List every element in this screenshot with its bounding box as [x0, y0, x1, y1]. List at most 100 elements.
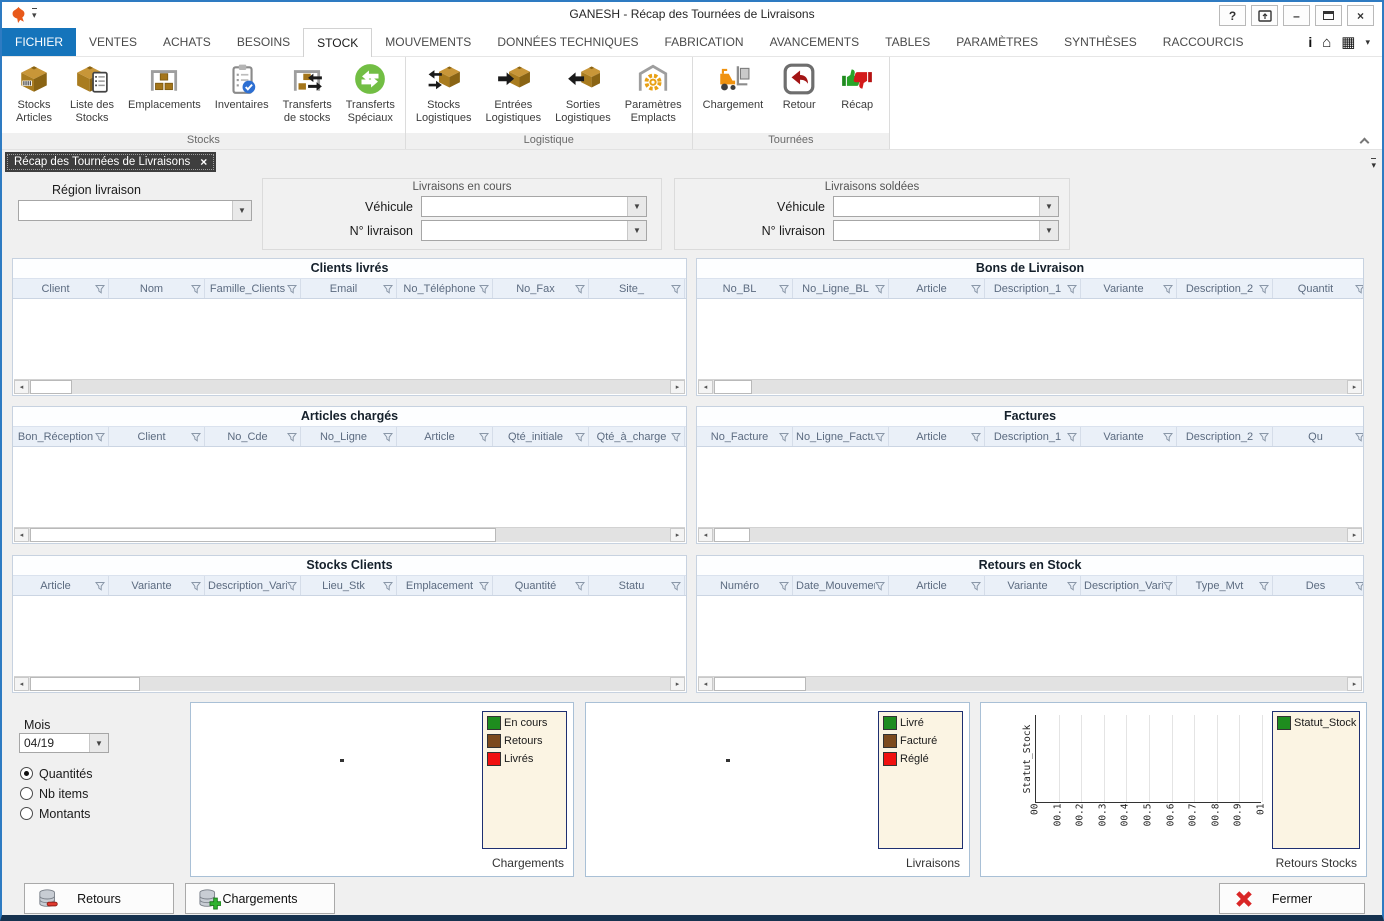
grid-column-header-famille-clients[interactable]: Famille_Clients — [205, 279, 301, 298]
doc-tab-recap-tournees[interactable]: Récap des Tournées de Livraisons × — [5, 152, 216, 172]
grid-column-header-statu[interactable]: Statu — [589, 576, 685, 595]
grid-column-header-des[interactable]: Des — [1273, 576, 1363, 595]
filter-funnel-icon[interactable] — [287, 432, 297, 442]
menu-tab-donnees-techniques[interactable]: DONNÉES TECHNIQUES — [484, 28, 651, 56]
scroll-thumb[interactable] — [30, 380, 72, 394]
grid-column-header-client[interactable]: Client — [109, 427, 205, 446]
filter-funnel-icon[interactable] — [191, 581, 201, 591]
dropdown-icon[interactable]: ▾ — [1365, 37, 1370, 48]
grid-column-header-date-mouvement[interactable]: Date_Mouvement — [793, 576, 889, 595]
grid-column-header-site[interactable]: Site_ — [589, 279, 685, 298]
filter-funnel-icon[interactable] — [779, 284, 789, 294]
filter-funnel-icon[interactable] — [1355, 581, 1363, 591]
menu-tab-avancements[interactable]: AVANCEMENTS — [757, 28, 873, 56]
ribbon-button-stocks-logistiques[interactable]: StocksLogistiques — [409, 57, 479, 125]
grid-column-header-description-2[interactable]: Description_2 — [1177, 279, 1273, 298]
grid-hscrollbar[interactable]: ◂▸ — [14, 527, 685, 542]
ribbon-button-transferts-speciaux[interactable]: TransfertsSpéciaux — [339, 57, 402, 125]
filter-funnel-icon[interactable] — [971, 432, 981, 442]
menu-tab-ventes[interactable]: VENTES — [76, 28, 150, 56]
ribbon-button-recap[interactable]: Récap — [828, 57, 886, 112]
filter-funnel-icon[interactable] — [671, 284, 681, 294]
filter-funnel-icon[interactable] — [971, 581, 981, 591]
filter-funnel-icon[interactable] — [383, 284, 393, 294]
grid-column-header-no-fax[interactable]: No_Fax — [493, 279, 589, 298]
grid-column-header-variante[interactable]: Variante — [985, 576, 1081, 595]
menu-tab-fichier[interactable]: FICHIER — [2, 28, 76, 56]
grid-column-header-no-cde[interactable]: No_Cde — [205, 427, 301, 446]
combo-livraisons-en-cours-vehicule[interactable]: ▼ — [421, 196, 647, 217]
filter-funnel-icon[interactable] — [575, 581, 585, 591]
grid-column-header-client[interactable]: Client — [13, 279, 109, 298]
chevron-down-icon[interactable]: ▼ — [1039, 221, 1058, 240]
retours-button[interactable]: Retours — [24, 883, 174, 914]
grid-column-header-qu[interactable]: Qu — [1273, 427, 1363, 446]
grid-column-header-description-2[interactable]: Description_2 — [1177, 427, 1273, 446]
radio-circle-icon[interactable] — [20, 807, 33, 820]
grid-column-header-no-bl[interactable]: No_BL — [697, 279, 793, 298]
grid-body[interactable] — [14, 300, 685, 379]
filter-funnel-icon[interactable] — [1163, 284, 1173, 294]
filter-funnel-icon[interactable] — [383, 581, 393, 591]
ribbon-button-parametres-emplacts[interactable]: ParamètresEmplacts — [618, 57, 689, 125]
maximize-button[interactable] — [1315, 5, 1342, 26]
grid-column-header-bon-reception[interactable]: Bon_Réception — [13, 427, 109, 446]
table-icon[interactable]: ▦ — [1341, 33, 1355, 51]
doc-tab-close-icon[interactable]: × — [200, 157, 207, 167]
ribbon-button-stocks-articles[interactable]: StocksArticles — [5, 57, 63, 125]
scroll-right-arrow-icon[interactable]: ▸ — [670, 380, 685, 394]
tab-strip-dropdown-icon[interactable]: ▾ — [1371, 158, 1376, 171]
scroll-thumb[interactable] — [30, 677, 140, 691]
scroll-thumb[interactable] — [714, 677, 806, 691]
grid-column-header-no-ligne-facture[interactable]: No_Ligne_Facture — [793, 427, 889, 446]
filter-funnel-icon[interactable] — [191, 284, 201, 294]
filter-funnel-icon[interactable] — [95, 284, 105, 294]
scroll-left-arrow-icon[interactable]: ◂ — [14, 380, 29, 394]
ribbon-collapse-chevron-icon[interactable] — [1358, 137, 1370, 147]
grid-body[interactable] — [698, 597, 1362, 676]
scroll-thumb[interactable] — [714, 380, 752, 394]
combo-livraisons-soldees-n-livraison[interactable]: ▼ — [833, 220, 1059, 241]
fermer-button[interactable]: Fermer — [1219, 883, 1365, 914]
menu-tab-syntheses[interactable]: SYNTHÈSES — [1051, 28, 1150, 56]
filter-funnel-icon[interactable] — [575, 432, 585, 442]
filter-funnel-icon[interactable] — [479, 284, 489, 294]
chevron-down-icon[interactable]: ▼ — [1039, 197, 1058, 216]
filter-funnel-icon[interactable] — [671, 581, 681, 591]
home-icon[interactable]: ⌂ — [1322, 34, 1331, 51]
scroll-right-arrow-icon[interactable]: ▸ — [670, 528, 685, 542]
region-livraison-combo[interactable]: ▼ — [18, 200, 252, 221]
filter-funnel-icon[interactable] — [287, 581, 297, 591]
grid-column-header-type-mvt[interactable]: Type_Mvt — [1177, 576, 1273, 595]
filter-funnel-icon[interactable] — [1067, 581, 1077, 591]
filter-funnel-icon[interactable] — [1259, 581, 1269, 591]
ribbon-button-chargement[interactable]: Chargement — [696, 57, 771, 112]
scroll-right-arrow-icon[interactable]: ▸ — [1347, 380, 1362, 394]
filter-funnel-icon[interactable] — [875, 581, 885, 591]
grid-column-header-description-1[interactable]: Description_1 — [985, 427, 1081, 446]
chevron-down-icon[interactable]: ▼ — [627, 197, 646, 216]
ribbon-button-liste-des-stocks[interactable]: Liste desStocks — [63, 57, 121, 125]
grid-column-header-description-variante[interactable]: Description_Variante — [205, 576, 301, 595]
grid-column-header-emplacement[interactable]: Emplacement — [397, 576, 493, 595]
filter-funnel-icon[interactable] — [95, 581, 105, 591]
chevron-down-icon[interactable]: ▼ — [89, 734, 108, 752]
grid-column-header-variante[interactable]: Variante — [109, 576, 205, 595]
grid-column-header-description-1[interactable]: Description_1 — [985, 279, 1081, 298]
filter-funnel-icon[interactable] — [575, 284, 585, 294]
filter-funnel-icon[interactable] — [1355, 284, 1363, 294]
scroll-left-arrow-icon[interactable]: ◂ — [14, 677, 29, 691]
grid-column-header-email[interactable]: Email — [301, 279, 397, 298]
grid-column-header-qte-a-charge[interactable]: Qté_à_charge — [589, 427, 685, 446]
filter-funnel-icon[interactable] — [1163, 432, 1173, 442]
ribbon-pin-button[interactable] — [1251, 5, 1278, 26]
ribbon-button-sorties-logistiques[interactable]: SortiesLogistiques — [548, 57, 618, 125]
filter-funnel-icon[interactable] — [779, 432, 789, 442]
combo-livraisons-en-cours-n-livraison[interactable]: ▼ — [421, 220, 647, 241]
radio-circle-icon[interactable] — [20, 787, 33, 800]
menu-tab-tables[interactable]: TABLES — [872, 28, 943, 56]
scroll-left-arrow-icon[interactable]: ◂ — [698, 528, 713, 542]
grid-column-header-article[interactable]: Article — [13, 576, 109, 595]
grid-column-header-numero[interactable]: Numéro — [697, 576, 793, 595]
radio-nb-items[interactable]: Nb items — [20, 784, 93, 803]
